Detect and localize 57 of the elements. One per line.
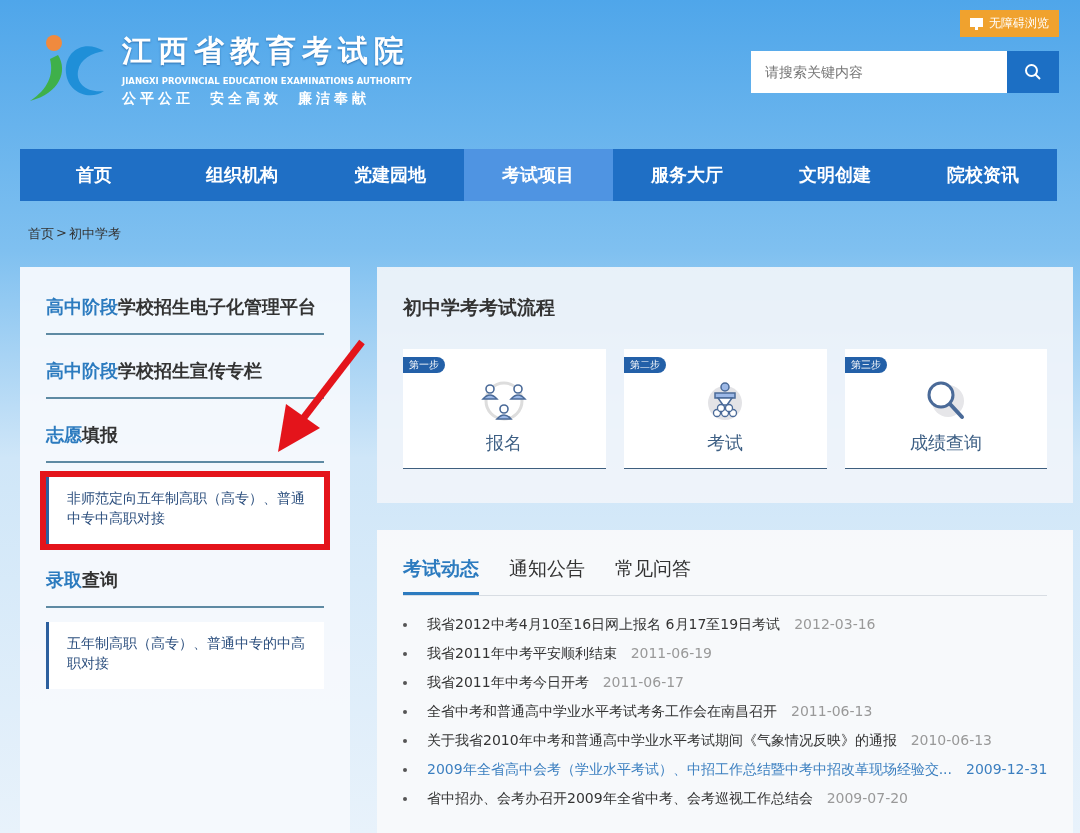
step-label: 成绩查询	[909, 431, 982, 455]
search-field[interactable]: 请搜索关键内容	[751, 51, 1007, 93]
bullet-icon	[403, 623, 407, 627]
news-date: 2009-07-20	[826, 790, 908, 806]
step-badge: 第三步	[844, 357, 887, 373]
motto-text: 廉洁奉献	[298, 89, 370, 108]
bullet-icon	[403, 681, 407, 685]
news-link[interactable]: 省中招办、会考办召开2009年全省中考、会考巡视工作总结会	[427, 790, 813, 808]
news-link[interactable]: 我省2011年中考今日开考	[427, 674, 589, 692]
step-label: 考试	[707, 431, 744, 455]
bullet-icon	[403, 768, 407, 772]
step-card[interactable]: 第三步 成绩查询	[844, 349, 1048, 469]
news-date: 2009-12-31	[966, 761, 1048, 777]
nav-tab[interactable]: 组织机构	[168, 149, 317, 201]
search-icon	[1024, 63, 1042, 81]
search-button[interactable]	[1007, 51, 1059, 93]
news-date: 2010-06-13	[910, 732, 992, 748]
bullet-icon	[403, 739, 407, 743]
step-badge: 第二步	[623, 357, 666, 373]
news-date: 2011-06-13	[791, 703, 873, 719]
news-date: 2012-03-16	[794, 616, 876, 632]
news-link[interactable]: 全省中考和普通高中学业水平考试考务工作会在南昌召开	[427, 703, 777, 721]
nav-tab[interactable]: 文明创建	[760, 149, 909, 201]
sidebar-heading[interactable]: 高中阶段学校招生电子化管理平台	[46, 285, 324, 335]
news-link[interactable]: 我省2011年中考平安顺利结束	[427, 645, 617, 663]
breadcrumb-link[interactable]: 初中学考	[68, 225, 121, 243]
news-tab[interactable]: 考试动态	[403, 556, 479, 595]
monitor-icon	[970, 17, 983, 30]
bullet-icon	[403, 652, 407, 656]
nav-tab[interactable]: 首页	[20, 149, 169, 201]
bullet-icon	[403, 797, 407, 801]
news-link[interactable]: 关于我省2010年中考和普通高中学业水平考试期间《气象情况反映》的通报	[427, 732, 897, 750]
step-card[interactable]: 第一步 报名	[403, 349, 606, 469]
motto-text: 公平公正	[122, 89, 194, 108]
news-date: 2011-06-19	[630, 645, 712, 661]
motto-text: 安全高效	[210, 89, 282, 108]
bullet-icon	[403, 710, 407, 714]
news-link[interactable]: 2009年全省高中会考（学业水平考试）、中招工作总结暨中考中招改革现场经验交...	[427, 761, 952, 779]
nav-tab[interactable]: 服务大厅	[612, 149, 761, 201]
panel-title: 初中学考考试流程	[403, 295, 556, 320]
sidebar-heading[interactable]: 高中阶段学校招生宣传专栏	[46, 349, 324, 399]
nav-tab[interactable]: 党建园地	[316, 149, 465, 201]
people-icon	[480, 379, 529, 423]
breadcrumb-separator: >	[56, 225, 67, 242]
sidebar-heading[interactable]: 录取查询	[46, 558, 324, 609]
news-date: 2011-06-17	[602, 674, 684, 690]
step-card[interactable]: 第二步 考试	[623, 349, 827, 469]
news-link[interactable]: 我省2012中考4月10至16日网上报名 6月17至19日考试	[427, 616, 781, 634]
site-title: 江西省教育考试院	[122, 31, 411, 70]
nav-tab[interactable]: 院校资讯	[908, 149, 1057, 201]
news-tab[interactable]: 通知公告	[509, 556, 585, 595]
sidebar-link[interactable]: 五年制高职（高专）、普通中专的中高职对接	[46, 622, 324, 690]
step-badge: 第一步	[403, 357, 445, 373]
breadcrumb-link[interactable]: 首页	[28, 225, 54, 243]
site-subtitle: JIANGXI PROVINCIAL EDUCATION EXAMINATIONS AUTHORITY	[122, 75, 412, 86]
news-tab[interactable]: 常见问答	[615, 556, 691, 595]
step-label: 报名	[486, 431, 523, 455]
